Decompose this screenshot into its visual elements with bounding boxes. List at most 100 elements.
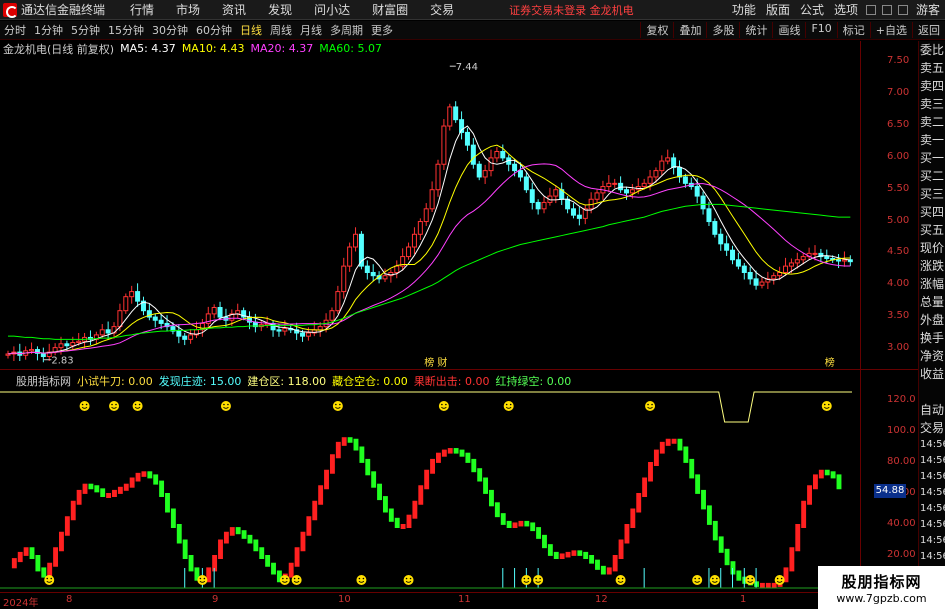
- tab-weekly[interactable]: 周线: [270, 22, 292, 38]
- candle[interactable]: [706, 201, 712, 227]
- menu-options[interactable]: 选项: [834, 1, 858, 18]
- menu-formula[interactable]: 公式: [800, 1, 824, 18]
- event-label-0[interactable]: 榜 财: [424, 356, 447, 368]
- candle[interactable]: [759, 277, 765, 289]
- candle[interactable]: [594, 189, 600, 203]
- mark-button[interactable]: 标记: [836, 22, 870, 38]
- candle[interactable]: [129, 285, 135, 304]
- candle[interactable]: [347, 242, 353, 272]
- tab-multi-period[interactable]: 多周期: [330, 22, 363, 38]
- event-label-1[interactable]: 榜: [825, 356, 835, 368]
- candle[interactable]: [523, 172, 529, 193]
- tab-monthly[interactable]: 月线: [300, 22, 322, 38]
- candle[interactable]: [659, 155, 665, 176]
- side-panel-item-7[interactable]: 买二: [919, 167, 945, 185]
- add-watchlist-button[interactable]: +自选: [869, 22, 912, 38]
- draw-line-button[interactable]: 画线: [772, 22, 805, 38]
- menu-market[interactable]: 市场: [176, 1, 200, 18]
- candle[interactable]: [570, 203, 576, 219]
- candle[interactable]: [771, 272, 777, 285]
- menu-news[interactable]: 资讯: [222, 1, 246, 18]
- candle[interactable]: [211, 304, 217, 319]
- side-panel-item-3[interactable]: 卖三: [919, 95, 945, 113]
- candle[interactable]: [164, 315, 170, 332]
- tab-1min[interactable]: 1分钟: [34, 22, 63, 38]
- menu-trade[interactable]: 交易: [430, 1, 454, 18]
- tab-5min[interactable]: 5分钟: [71, 22, 100, 38]
- candle[interactable]: [453, 101, 459, 123]
- side-panel-item-11[interactable]: 现价: [919, 239, 945, 257]
- pane-divider[interactable]: [0, 369, 918, 370]
- minimize-icon[interactable]: [865, 4, 876, 15]
- side-panel-item-4[interactable]: 卖二: [919, 113, 945, 131]
- candle[interactable]: [529, 182, 535, 210]
- candle[interactable]: [411, 227, 417, 255]
- candle[interactable]: [494, 147, 500, 163]
- side-panel-item-21[interactable]: 交易: [919, 419, 945, 437]
- candle[interactable]: [341, 257, 347, 299]
- candle[interactable]: [70, 336, 76, 351]
- candle[interactable]: [123, 293, 129, 314]
- indicator-chart[interactable]: [0, 388, 860, 592]
- candle[interactable]: [335, 285, 341, 314]
- candle[interactable]: [400, 248, 406, 271]
- candle[interactable]: [406, 242, 412, 260]
- back-button[interactable]: 返回: [912, 22, 945, 38]
- candle[interactable]: [712, 218, 718, 238]
- candle[interactable]: [5, 350, 11, 359]
- candle[interactable]: [747, 266, 753, 285]
- side-panel-item-23[interactable]: 14:56: [919, 453, 945, 469]
- candle[interactable]: [718, 228, 724, 251]
- side-panel-item-1[interactable]: 卖五: [919, 59, 945, 77]
- candle[interactable]: [87, 330, 93, 346]
- candle[interactable]: [735, 252, 741, 270]
- candle[interactable]: [152, 313, 158, 328]
- candle[interactable]: [741, 262, 747, 280]
- maximize-icon[interactable]: [881, 4, 892, 15]
- candle[interactable]: [806, 247, 812, 260]
- candle[interactable]: [541, 196, 547, 214]
- side-panel-item-25[interactable]: 14:56: [919, 485, 945, 501]
- restore-rights-button[interactable]: 复权: [640, 22, 673, 38]
- side-panel-item-8[interactable]: 买三: [919, 185, 945, 203]
- candle[interactable]: [394, 260, 400, 279]
- candle[interactable]: [447, 103, 453, 131]
- indicator-name[interactable]: 股朋指标网: [16, 373, 71, 389]
- candle[interactable]: [388, 269, 394, 283]
- side-panel-item-5[interactable]: 卖一: [919, 131, 945, 149]
- side-panel-item-14[interactable]: 总量: [919, 293, 945, 311]
- statistics-button[interactable]: 统计: [739, 22, 772, 38]
- candle[interactable]: [252, 313, 258, 333]
- f10-button[interactable]: F10: [805, 22, 836, 38]
- candle[interactable]: [93, 331, 99, 344]
- candle[interactable]: [730, 245, 736, 265]
- side-panel-item-27[interactable]: 14:56: [919, 517, 945, 533]
- candle[interactable]: [688, 177, 694, 190]
- candle[interactable]: [612, 178, 618, 188]
- tab-30min[interactable]: 30分钟: [152, 22, 188, 38]
- candle[interactable]: [82, 332, 88, 349]
- candle[interactable]: [582, 204, 588, 225]
- candle[interactable]: [105, 321, 111, 340]
- candle[interactable]: [364, 260, 370, 280]
- candle[interactable]: [135, 283, 141, 307]
- menu-discover[interactable]: 发现: [268, 1, 292, 18]
- candle[interactable]: [441, 119, 447, 170]
- candle[interactable]: [353, 227, 359, 252]
- side-panel-item-10[interactable]: 买五: [919, 221, 945, 239]
- tab-intraday[interactable]: 分时: [4, 22, 26, 38]
- kline-chart[interactable]: 7.44 2.83 榜 财 榜: [0, 56, 860, 368]
- candle[interactable]: [765, 271, 771, 290]
- side-panel-item-15[interactable]: 外盘: [919, 311, 945, 329]
- candle[interactable]: [565, 196, 571, 214]
- candle[interactable]: [140, 296, 146, 316]
- side-panel-item-22[interactable]: 14:56: [919, 437, 945, 453]
- candle[interactable]: [146, 303, 152, 321]
- menu-function[interactable]: 功能: [732, 1, 756, 18]
- candle[interactable]: [476, 161, 482, 181]
- candle[interactable]: [435, 159, 441, 197]
- candle[interactable]: [423, 203, 429, 227]
- candle[interactable]: [553, 185, 559, 204]
- candle[interactable]: [417, 218, 423, 241]
- menu-wealth[interactable]: 财富圈: [372, 1, 408, 18]
